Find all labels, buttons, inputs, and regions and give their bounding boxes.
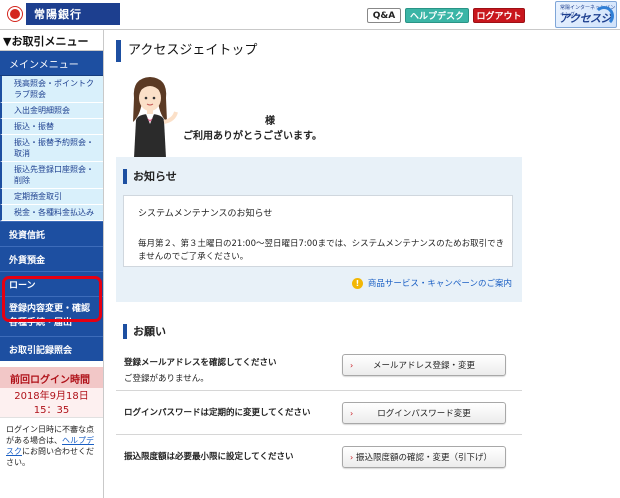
- assistant-illustration: [133, 77, 178, 158]
- help-note: ログイン日時に不審な点がある場合は、ヘルプデスクにお問い合わせください。: [6, 425, 94, 467]
- page-title: アクセスジェイトップ: [116, 40, 257, 62]
- request-row: 振込限度額は必要最小限に設定してください › 振込限度額の確認・変更（引下げ）: [116, 435, 522, 479]
- news-heading: お知らせ: [123, 169, 177, 184]
- bank-logo-icon: [4, 3, 26, 25]
- access-j-logo: 常陽インターネットバンキング アクセスジョイ: [555, 1, 617, 28]
- greeting-message: ご利用ありがとうございます。: [183, 131, 322, 142]
- sidebar-subitem-transfer[interactable]: 振込・振替: [0, 119, 103, 135]
- password-change-button[interactable]: › ログインパスワード変更: [342, 402, 506, 424]
- request-row: 登録メールアドレスを確認してください ご登録がありません。 › メールアドレス登…: [116, 347, 522, 391]
- campaign-link-label: 商品サービス・キャンペーンのご案内: [367, 279, 512, 289]
- bank-name: 常陽銀行: [34, 8, 82, 21]
- request-section: お願い 登録メールアドレスを確認してください ご登録がありません。 › メールア…: [116, 320, 522, 479]
- sidebar-subitem-statement[interactable]: 入出金明細照会: [0, 103, 103, 119]
- chevron-right-icon: ›: [350, 452, 354, 462]
- sidebar-item-main-menu[interactable]: メインメニュー: [0, 51, 103, 76]
- bank-logo[interactable]: 常陽銀行: [4, 3, 120, 25]
- sidebar-item-transaction-history[interactable]: お取引記録照会: [0, 336, 103, 361]
- request-heading: お願い: [123, 324, 522, 339]
- request-email-label: 登録メールアドレスを確認してください: [124, 358, 277, 368]
- greeting-area: 様 ご利用ありがとうございます。: [116, 70, 536, 158]
- last-login-date: 2018年9月18日: [14, 391, 89, 402]
- qa-button[interactable]: Q&A: [367, 8, 401, 23]
- request-password-label: ログインパスワードは定期的に変更してください: [124, 408, 311, 418]
- last-login-value: 2018年9月18日 15：35: [0, 388, 103, 418]
- news-panel: お知らせ システムメンテナンスのお知らせ 毎月第２、第３土曜日の21:00～翌日…: [116, 157, 522, 302]
- sidebar-subitem-scheduled-transfer[interactable]: 振込・振替予約照会・取消: [0, 135, 103, 162]
- greeting-name-suffix: 様: [265, 116, 275, 127]
- request-email-status: ご登録がありません。: [124, 374, 209, 384]
- help-desk-button[interactable]: ヘルプデスク: [405, 8, 469, 23]
- sidebar-subitem-time-deposit[interactable]: 定期預金取引: [0, 189, 103, 205]
- top-header: 常陽銀行 Q&A ヘルプデスク ログアウト 常陽インターネットバンキング アクセ…: [0, 0, 620, 30]
- swoosh-icon: [594, 6, 614, 26]
- news-item-title: システムメンテナンスのお知らせ: [138, 209, 273, 219]
- chevron-right-icon: ›: [350, 408, 354, 418]
- chevron-right-icon: ›: [350, 360, 354, 370]
- news-item: システムメンテナンスのお知らせ 毎月第２、第３土曜日の21:00～翌日曜日7:0…: [123, 195, 513, 267]
- sidebar-item-foreign-deposit[interactable]: 外貨預金: [0, 246, 103, 271]
- highlight-ring: [2, 276, 102, 322]
- last-login-time: 15：35: [33, 405, 70, 416]
- sidebar-subitem-payee-accounts[interactable]: 振込先登録口座照会・削除: [0, 162, 103, 189]
- campaign-link[interactable]: ! 商品サービス・キャンペーンのご案内: [351, 277, 512, 289]
- sidebar-subitem-balance[interactable]: 残高照会・ポイントクラブ照会: [0, 76, 103, 103]
- news-item-body: 毎月第２、第３土曜日の21:00～翌日曜日7:00までは、システムメンテナンスの…: [138, 239, 505, 262]
- menu-title: ▼お取引メニュー: [0, 30, 103, 51]
- email-register-button[interactable]: › メールアドレス登録・変更: [342, 354, 506, 376]
- last-login-heading: 前回ログイン時間: [0, 367, 103, 388]
- sidebar-subitem-tax-payment[interactable]: 税金・各種料金払込み: [0, 205, 103, 221]
- logout-button[interactable]: ログアウト: [473, 8, 525, 23]
- sidebar: ▼お取引メニュー メインメニュー 残高照会・ポイントクラブ照会 入出金明細照会 …: [0, 30, 104, 498]
- request-limit-label: 振込限度額は必要最小限に設定してください: [124, 452, 294, 462]
- info-icon: !: [351, 277, 363, 289]
- request-row: ログインパスワードは定期的に変更してください › ログインパスワード変更: [116, 391, 522, 435]
- transfer-limit-button[interactable]: › 振込限度額の確認・変更（引下げ）: [342, 446, 506, 468]
- sidebar-item-investment-trust[interactable]: 投資信託: [0, 221, 103, 246]
